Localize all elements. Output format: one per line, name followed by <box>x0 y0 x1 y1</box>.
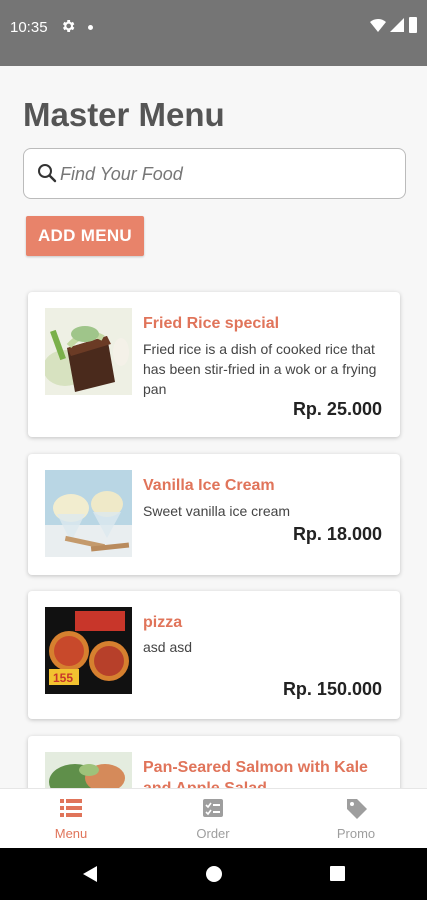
menu-item-description: Fried rice is a dish of cooked rice that… <box>143 341 377 397</box>
back-icon[interactable] <box>82 865 98 883</box>
wifi-icon <box>370 18 386 32</box>
nav-label-order: Order <box>196 826 230 841</box>
menu-item-description: Sweet vanilla ice cream <box>143 503 291 519</box>
search-input[interactable] <box>60 157 390 191</box>
nav-label-menu: Menu <box>54 826 88 841</box>
menu-item-card[interactable]: Vanilla Ice Cream Sweet vanilla ice crea… <box>28 454 400 575</box>
menu-item-price: Rp. 18.000 <box>292 524 382 544</box>
salmon-salad-image <box>45 752 132 788</box>
add-menu-button[interactable]: ADD MENU <box>26 216 144 256</box>
menu-item-name: Vanilla Ice Cream <box>143 477 275 494</box>
nav-tab-menu[interactable]: Menu <box>0 789 142 849</box>
status-time: 10:35 <box>10 19 48 36</box>
menu-list-icon <box>60 799 82 817</box>
menu-item-price: Rp. 150.000 <box>282 679 382 699</box>
order-checklist-icon <box>203 799 223 817</box>
battery-icon <box>409 17 417 33</box>
menu-item-name: pizza <box>143 614 183 631</box>
chocolate-cake-image <box>45 308 132 395</box>
svg-text:155: 155 <box>53 671 73 685</box>
status-bar: 10:35 <box>0 0 427 66</box>
menu-item-card[interactable]: Pan-Seared Salmon with Kale and Apple Sa… <box>28 736 400 788</box>
main-content[interactable]: Master Menu ADD MENU Fried Rice special … <box>0 66 427 788</box>
search-icon <box>38 164 57 183</box>
menu-item-card[interactable]: Fried Rice special Fried rice is a dish … <box>28 292 400 437</box>
nav-label-promo: Promo <box>336 826 376 841</box>
search-box[interactable] <box>23 148 406 199</box>
gear-icon <box>63 20 75 32</box>
notification-dot-icon <box>88 25 93 30</box>
menu-item-name: Pan-Seared Salmon with Kale and Apple Sa… <box>143 759 368 788</box>
pizza-image: 155 <box>45 607 132 694</box>
menu-item-name: Fried Rice special <box>143 315 280 332</box>
menu-item-description: asd asd <box>143 639 193 655</box>
recent-apps-icon[interactable] <box>330 866 345 881</box>
signal-icon <box>390 18 404 32</box>
system-navigation-bar <box>0 848 427 900</box>
home-icon[interactable] <box>206 866 222 882</box>
menu-item-price: Rp. 25.000 <box>292 399 382 419</box>
nav-tab-promo[interactable]: Promo <box>285 789 427 849</box>
page-title: Master Menu <box>23 96 225 133</box>
bottom-navigation: Menu Order Promo <box>0 788 427 848</box>
nav-tab-order[interactable]: Order <box>142 789 284 849</box>
ice-cream-image <box>45 470 132 557</box>
menu-item-card[interactable]: 155 pizza asd asd Rp. 150.000 <box>28 591 400 719</box>
promo-tag-icon <box>347 799 367 819</box>
